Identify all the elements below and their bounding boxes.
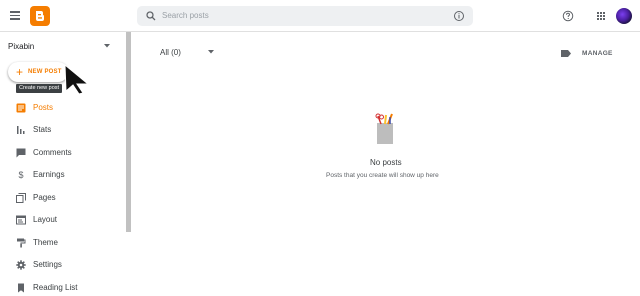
sidebar-item-pages[interactable]: Pages	[0, 190, 126, 206]
label-icon[interactable]	[561, 50, 571, 57]
empty-state-subtitle: Posts that you create will show up here	[326, 172, 439, 179]
manage-labels-button[interactable]: MANAGE	[582, 50, 613, 57]
stats-icon	[17, 126, 25, 134]
pages-icon	[16, 193, 26, 203]
sidebar-item-label: Comments	[33, 148, 72, 157]
sidebar-item-label: Reading List	[33, 283, 78, 292]
new-post-tooltip: Create new post	[16, 84, 63, 93]
sidebar-item-label: Stats	[33, 125, 52, 134]
sidebar-item-settings[interactable]: Settings	[0, 257, 126, 273]
sidebar-item-label: Theme	[33, 238, 58, 247]
search-bar[interactable]: Search posts	[137, 6, 473, 26]
empty-state-title: No posts	[370, 158, 402, 167]
bookmark-icon	[18, 283, 24, 293]
layout-icon	[16, 215, 26, 225]
chevron-down-icon[interactable]	[104, 44, 110, 48]
blog-selector-name[interactable]: Pixabin	[8, 42, 34, 51]
settings-icon	[16, 260, 26, 270]
menu-icon[interactable]	[10, 11, 20, 20]
sidebar-item-theme[interactable]: Theme	[0, 235, 126, 251]
sidebar-item-label: Posts	[33, 103, 54, 112]
plus-icon: +	[16, 65, 24, 79]
search-input[interactable]: Search posts	[162, 11, 209, 20]
top-app-bar: Search posts	[0, 0, 640, 32]
sidebar-item-label: Earnings	[33, 170, 65, 179]
blogger-logo-icon[interactable]	[30, 6, 50, 26]
sidebar-item-label: Layout	[33, 215, 58, 224]
mouse-pointer-icon	[64, 64, 90, 94]
search-icon	[146, 11, 156, 21]
new-post-label: NEW POST	[28, 69, 62, 75]
account-avatar[interactable]	[616, 8, 632, 24]
sidebar-item-comments[interactable]: Comments	[0, 145, 126, 161]
earnings-icon: $	[18, 170, 24, 180]
sidebar-item-posts[interactable]: Posts	[0, 100, 126, 116]
sidebar-item-layout[interactable]: Layout	[0, 212, 126, 228]
sidebar-item-stats[interactable]: Stats	[0, 122, 126, 138]
chevron-down-icon[interactable]	[208, 50, 214, 54]
empty-posts-illustration-icon	[375, 113, 393, 144]
sidebar-item-earnings[interactable]: $ Earnings	[0, 167, 126, 183]
theme-icon	[17, 238, 26, 248]
sidebar-item-label: Pages	[33, 193, 56, 202]
info-icon[interactable]	[453, 10, 465, 22]
help-icon[interactable]	[562, 10, 574, 22]
apps-grid-icon[interactable]	[597, 12, 605, 20]
posts-icon	[16, 103, 26, 113]
comments-icon	[16, 148, 26, 158]
sidebar-item-label: Settings	[33, 260, 62, 269]
new-post-button[interactable]: + NEW POST	[8, 62, 68, 82]
post-filter-dropdown[interactable]: All (0)	[160, 48, 181, 57]
